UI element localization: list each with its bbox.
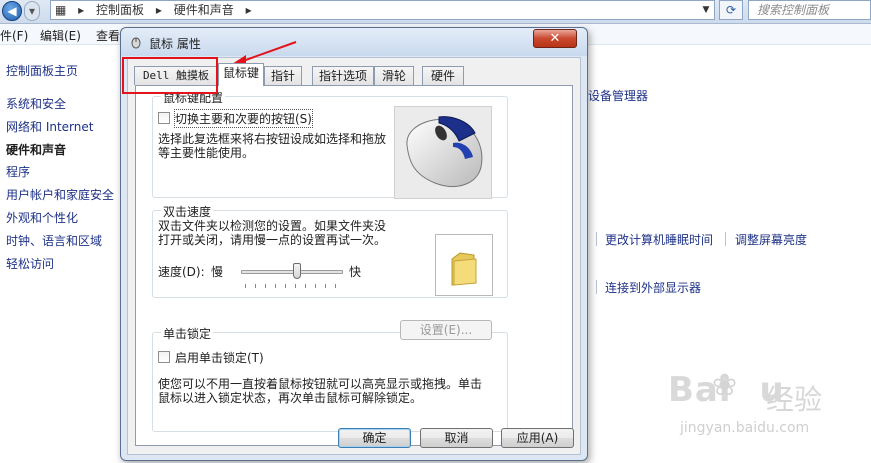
link-external-display[interactable]: 连接到外部显示器 bbox=[605, 279, 701, 296]
breadcrumb-sep-icon: ▸ bbox=[78, 3, 85, 17]
nav-user-accounts[interactable]: 用户帐户和家庭安全 bbox=[6, 186, 114, 203]
address-field[interactable]: ▦ ▸ 控制面板 ▸ 硬件和声音 ▸ bbox=[50, 0, 715, 20]
forward-button[interactable]: ▾ bbox=[24, 1, 40, 21]
double-click-description-line1: 双击文件夹以检测您的设置。如果文件夹没 bbox=[158, 219, 387, 233]
apply-button[interactable]: 应用(A) bbox=[501, 428, 574, 448]
mouse-icon bbox=[406, 116, 483, 187]
nav-control-panel-home[interactable]: 控制面板主页 bbox=[6, 62, 78, 79]
switch-buttons-label[interactable]: 切换主要和次要的按钮(S) bbox=[174, 109, 313, 128]
speed-label: 速度(D): bbox=[158, 265, 205, 279]
highlight-box bbox=[122, 57, 218, 94]
tab-buttons[interactable]: 鼠标键 bbox=[218, 63, 264, 86]
breadcrumb-sep-icon[interactable]: ▸ bbox=[156, 3, 162, 17]
tab-panel-buttons: 鼠标键配置 切换主要和次要的按钮(S) 选择此复选框来将右按钮设成如选择和拖放 … bbox=[135, 85, 573, 446]
group-title: 双击速度 bbox=[161, 203, 214, 220]
click-lock-checkbox[interactable] bbox=[158, 351, 170, 363]
chevron-down-icon[interactable]: ▼ bbox=[697, 0, 715, 20]
link-sleep-time[interactable]: 更改计算机睡眠时间 bbox=[605, 231, 713, 248]
nav-hardware-sound[interactable]: 硬件和声音 bbox=[6, 141, 66, 158]
click-lock-settings-button[interactable]: 设置(E)... bbox=[400, 320, 492, 340]
click-lock-group: 单击锁定 启用单击锁定(T) 使您可以不用一直按着鼠标按钮就可以高亮显示或拖拽。… bbox=[152, 325, 508, 432]
dialog-title: 鼠标 属性 bbox=[149, 37, 201, 51]
link-separator bbox=[725, 232, 726, 246]
nav-ease-of-access[interactable]: 轻松访问 bbox=[6, 255, 54, 272]
link-brightness[interactable]: 调整屏幕亮度 bbox=[735, 231, 807, 248]
nav-clock-language[interactable]: 时钟、语言和区域 bbox=[6, 232, 102, 249]
tab-hardware[interactable]: 硬件 bbox=[422, 66, 464, 85]
mouse-icon bbox=[129, 35, 143, 49]
nav-system-security[interactable]: 系统和安全 bbox=[6, 95, 66, 112]
link-separator bbox=[596, 232, 597, 246]
click-lock-description-line2: 鼠标以进入锁定状态，再次单击鼠标可解除锁定。 bbox=[158, 391, 423, 405]
watermark: Bai u ❀ 经验 jingyan.baidu.com bbox=[668, 368, 868, 460]
double-click-test-area[interactable] bbox=[435, 234, 493, 296]
tab-wheel[interactable]: 滑轮 bbox=[374, 66, 414, 85]
tab-pointer-options[interactable]: 指针选项 bbox=[312, 66, 374, 85]
cancel-button[interactable]: 取消 bbox=[420, 428, 493, 448]
dialog-client: Dell 触摸板 鼠标键 指针 指针选项 滑轮 硬件 鼠标键配置 切换主要和次要… bbox=[127, 57, 581, 455]
speed-slider-thumb[interactable] bbox=[293, 263, 302, 279]
menu-edit[interactable]: 编辑(E) bbox=[40, 27, 81, 44]
breadcrumb-control-panel[interactable]: 控制面板 bbox=[96, 3, 144, 17]
click-lock-description-line1: 使您可以不用一直按着鼠标按钮就可以高亮显示或拖拽。单击 bbox=[158, 377, 483, 391]
menu-view[interactable]: 查看 bbox=[96, 27, 120, 44]
slider-ticks bbox=[245, 284, 339, 288]
left-navigation: 控制面板主页 系统和安全 网络和 Internet 硬件和声音 程序 用户帐户和… bbox=[0, 45, 125, 463]
link-separator bbox=[596, 280, 597, 294]
speed-slider-track[interactable] bbox=[241, 270, 343, 274]
switch-buttons-checkbox[interactable] bbox=[158, 112, 170, 124]
mouse-illustration bbox=[394, 106, 492, 199]
button-config-description-line1: 选择此复选框来将右按钮设成如选择和拖放 bbox=[158, 132, 387, 146]
group-title: 单击锁定 bbox=[161, 325, 214, 342]
ok-button[interactable]: 确定 bbox=[338, 428, 411, 448]
link-device-manager[interactable]: 设备管理器 bbox=[588, 87, 648, 104]
folder-icon[interactable] bbox=[436, 235, 492, 295]
close-button[interactable]: ✕ bbox=[533, 29, 577, 48]
nav-network-internet[interactable]: 网络和 Internet bbox=[6, 118, 93, 135]
double-click-description-line2: 打开或关闭，请用慢一点的设置再试一次。 bbox=[158, 233, 387, 247]
paw-icon: ❀ bbox=[712, 368, 738, 403]
refresh-icon[interactable]: ⟳ bbox=[719, 0, 743, 20]
folder-icon: ▦ bbox=[55, 3, 67, 17]
search-input[interactable]: 搜索控制面板 bbox=[748, 0, 871, 20]
dialog-titlebar[interactable]: 鼠标 属性 ✕ bbox=[121, 28, 587, 56]
click-lock-label[interactable]: 启用单击锁定(T) bbox=[175, 349, 264, 366]
back-button[interactable]: ◀ bbox=[2, 1, 22, 21]
nav-appearance[interactable]: 外观和个性化 bbox=[6, 209, 78, 226]
breadcrumb-hardware-sound[interactable]: 硬件和声音 bbox=[174, 3, 234, 17]
slow-label: 慢 bbox=[211, 265, 224, 279]
watermark-url: jingyan.baidu.com bbox=[680, 420, 810, 436]
button-config-description-line2: 等主要性能使用。 bbox=[158, 146, 255, 160]
menu-file[interactable]: 件(F) bbox=[0, 27, 28, 44]
breadcrumb-sep-icon[interactable]: ▸ bbox=[246, 3, 252, 17]
nav-programs[interactable]: 程序 bbox=[6, 163, 30, 180]
fast-label: 快 bbox=[349, 265, 362, 279]
address-bar: ◀ ▾ ▦ ▸ 控制面板 ▸ 硬件和声音 ▸ ▼ ⟳ 搜索控制面板 bbox=[0, 0, 871, 24]
watermark-text: 经验 bbox=[766, 383, 823, 416]
